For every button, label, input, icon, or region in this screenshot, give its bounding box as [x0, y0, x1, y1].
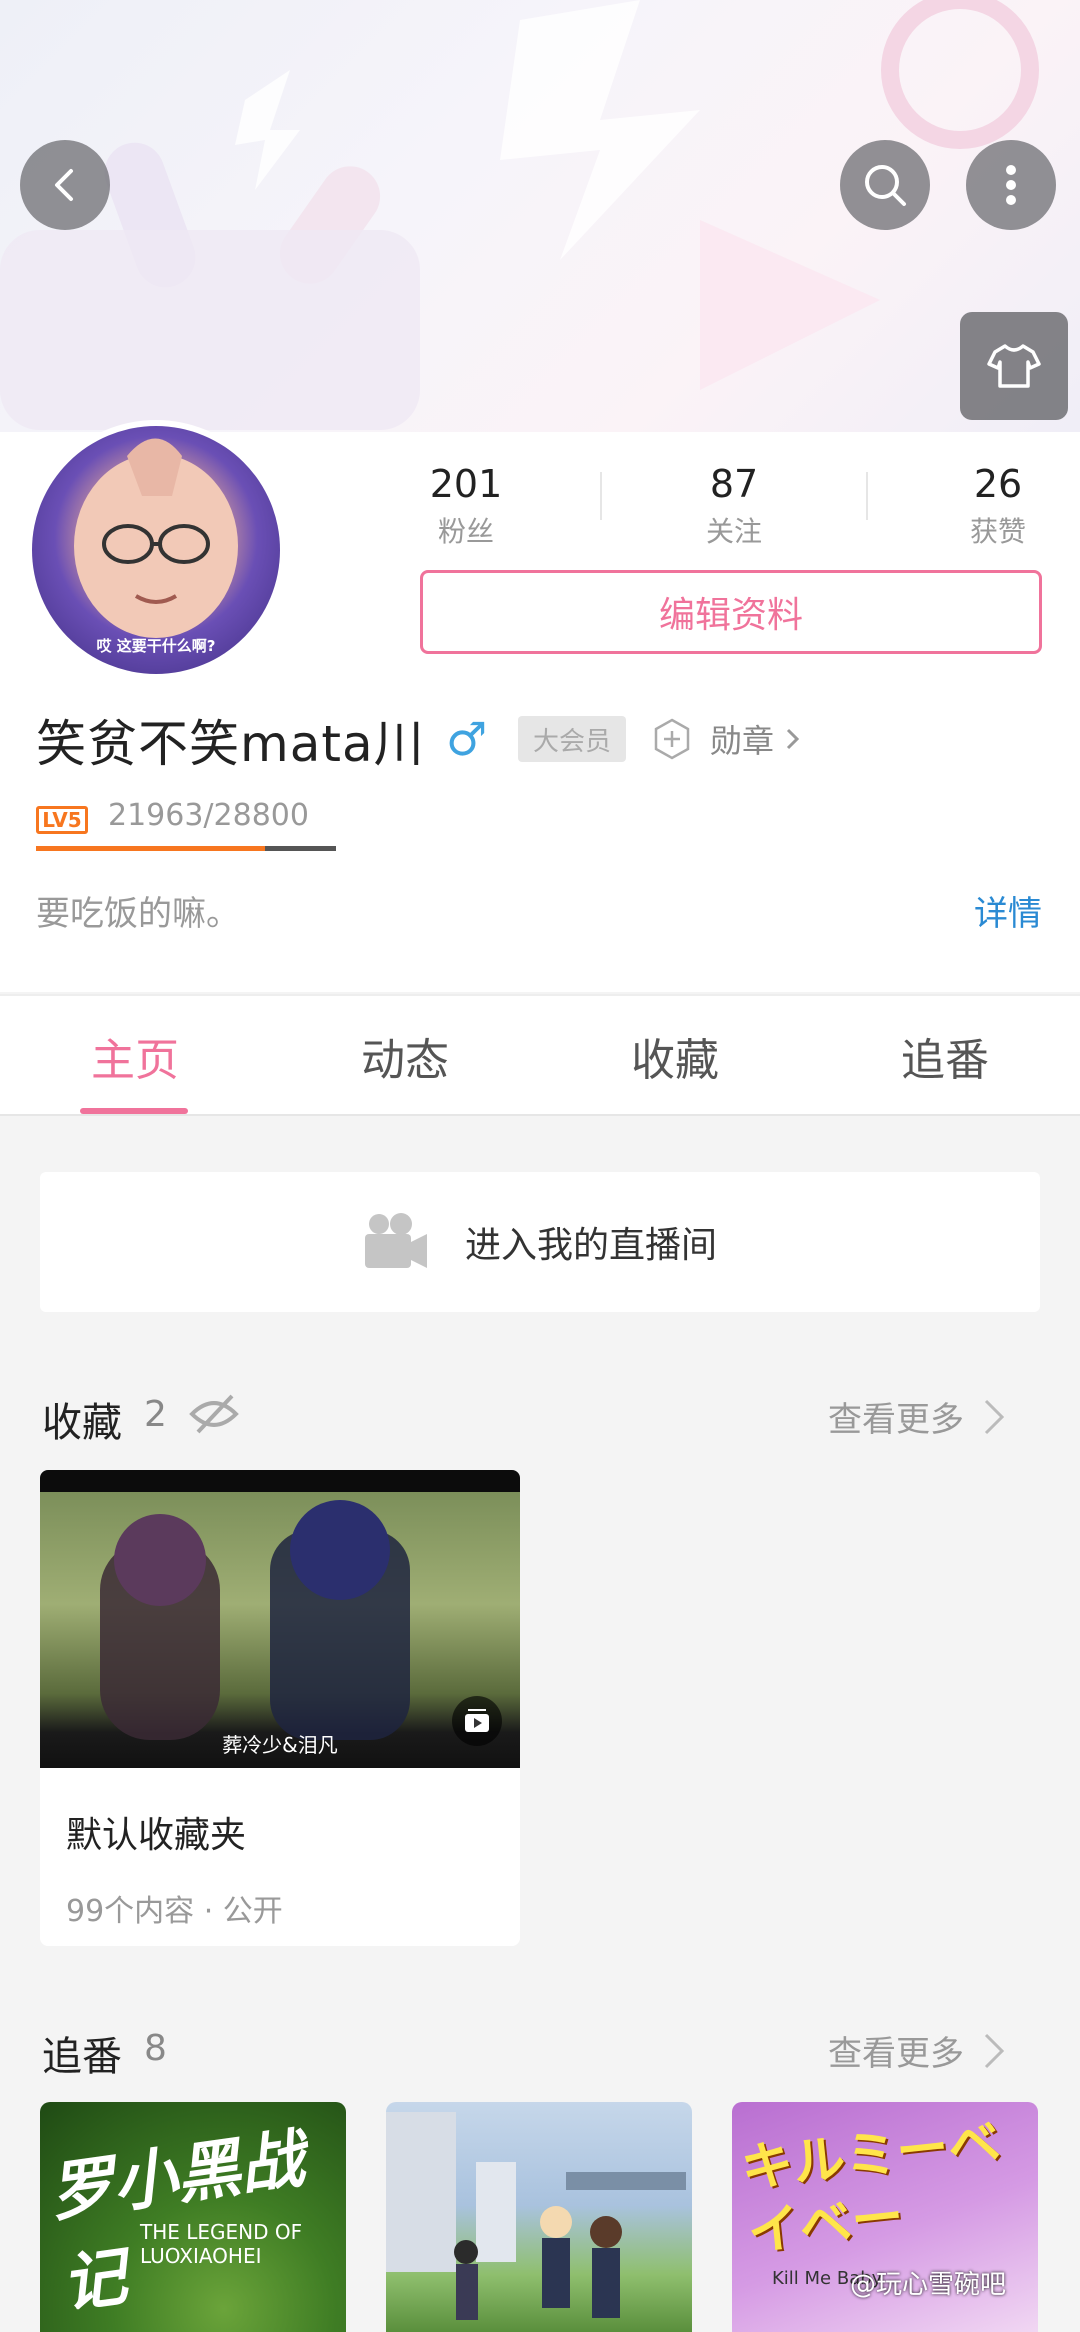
bangumi-count: 8 — [144, 2028, 167, 2069]
back-icon — [55, 169, 73, 201]
chevron-right-icon — [984, 1399, 1005, 1434]
edit-profile-button[interactable]: 编辑资料 — [420, 570, 1042, 654]
stat-likes[interactable]: 26 获赞 — [898, 462, 1080, 550]
search-icon — [865, 165, 906, 206]
medal-label: 勋章 — [710, 722, 775, 760]
avatar-caption: 哎 这要干什么啊? — [96, 637, 216, 655]
watermark: @玩心雪碗吧 — [850, 2270, 1007, 2300]
bangumi-card[interactable] — [386, 2102, 692, 2332]
back-button[interactable] — [20, 140, 110, 230]
vip-badge[interactable]: 大会员 — [518, 716, 626, 762]
profile-tabs: 主页 动态 收藏 追番 — [0, 994, 1080, 1116]
bangumi-title-art: キルミーベイベー — [738, 2112, 1004, 2264]
medal-link[interactable]: 勋章 — [650, 716, 804, 762]
tab-home[interactable]: 主页 — [0, 1024, 270, 1088]
stat-following[interactable]: 87 关注 — [634, 462, 834, 550]
search-button[interactable] — [840, 140, 930, 230]
bangumi-title: 追番 — [42, 2034, 122, 2080]
bangumi-title-art: 罗小黑战记 — [44, 2122, 309, 2323]
chevron-right-icon — [984, 2033, 1005, 2068]
profile-banner — [0, 0, 1080, 432]
likes-count: 26 — [973, 462, 1023, 506]
avatar[interactable]: 哎 这要干什么啊? — [26, 420, 286, 680]
live-room-label: 进入我的直播间 — [464, 1225, 717, 1266]
gender-male-icon: ♂ — [446, 712, 488, 766]
bangumi-card[interactable]: 罗小黑战记 THE LEGEND OF LUOXIAOHEI — [40, 2102, 346, 2332]
tab-bangumi[interactable]: 追番 — [810, 1024, 1080, 1088]
theme-skin-button[interactable] — [960, 312, 1068, 420]
live-room-button[interactable]: 进入我的直播间 — [40, 1172, 1040, 1312]
playlist-icon — [452, 1696, 502, 1746]
profile-section: 哎 这要干什么啊? 201 粉丝 87 关注 26 获赞 编辑资料 笑贫不笑ma… — [0, 420, 1080, 992]
stat-fans[interactable]: 201 粉丝 — [366, 462, 566, 550]
likes-label: 获赞 — [969, 515, 1026, 548]
bangumi-subtitle-art: THE LEGEND OF LUOXIAOHEI — [140, 2220, 303, 2268]
favorites-more-link[interactable]: 查看更多 — [828, 1392, 1010, 1441]
tab-active-indicator — [80, 1108, 188, 1114]
tshirt-icon — [987, 344, 1041, 388]
video-camera-icon — [364, 1213, 427, 1268]
favorites-more-label: 查看更多 — [828, 1400, 964, 1440]
folder-thumbnail: 葬冷少&泪凡 — [40, 1470, 520, 1768]
level-progress-text: 21963/28800 — [108, 798, 309, 833]
thumbnail-caption: 葬冷少&泪凡 — [222, 1733, 338, 1757]
medal-add-icon — [654, 718, 690, 760]
stat-divider — [600, 472, 602, 520]
avatar-image: 哎 这要干什么啊? — [32, 426, 280, 674]
more-vertical-icon — [1006, 165, 1016, 205]
favorite-folder-card[interactable]: 葬冷少&泪凡 默认收藏夹 99个内容 · 公开 — [40, 1470, 520, 1946]
chevron-right-icon — [786, 728, 800, 750]
folder-meta: 99个内容 · 公开 — [66, 1894, 283, 1929]
favorites-count: 2 — [144, 1394, 167, 1435]
bangumi-more-link[interactable]: 查看更多 — [828, 2026, 1010, 2075]
following-count: 87 — [709, 462, 759, 506]
username: 笑贫不笑mata川 — [36, 715, 425, 773]
banner-decoration — [0, 0, 1039, 430]
details-link[interactable]: 详情 — [974, 886, 1042, 935]
bangumi-more-label: 查看更多 — [828, 2034, 964, 2074]
favorites-title: 收藏 — [42, 1400, 122, 1446]
level-badge: LV5 — [36, 806, 88, 834]
tab-dynamics[interactable]: 动态 — [270, 1024, 540, 1088]
hidden-eye-icon[interactable] — [188, 1392, 240, 1436]
stat-divider — [866, 472, 868, 520]
signature: 要吃饭的嘛。 — [36, 894, 240, 934]
level-progress-fill — [36, 846, 265, 851]
following-label: 关注 — [705, 515, 762, 548]
more-button[interactable] — [966, 140, 1056, 230]
tab-favorites[interactable]: 收藏 — [540, 1024, 810, 1088]
level-progress-bar — [36, 846, 336, 851]
fans-label: 粉丝 — [437, 515, 494, 548]
folder-name: 默认收藏夹 — [66, 1815, 247, 1856]
fans-count: 201 — [429, 462, 503, 506]
